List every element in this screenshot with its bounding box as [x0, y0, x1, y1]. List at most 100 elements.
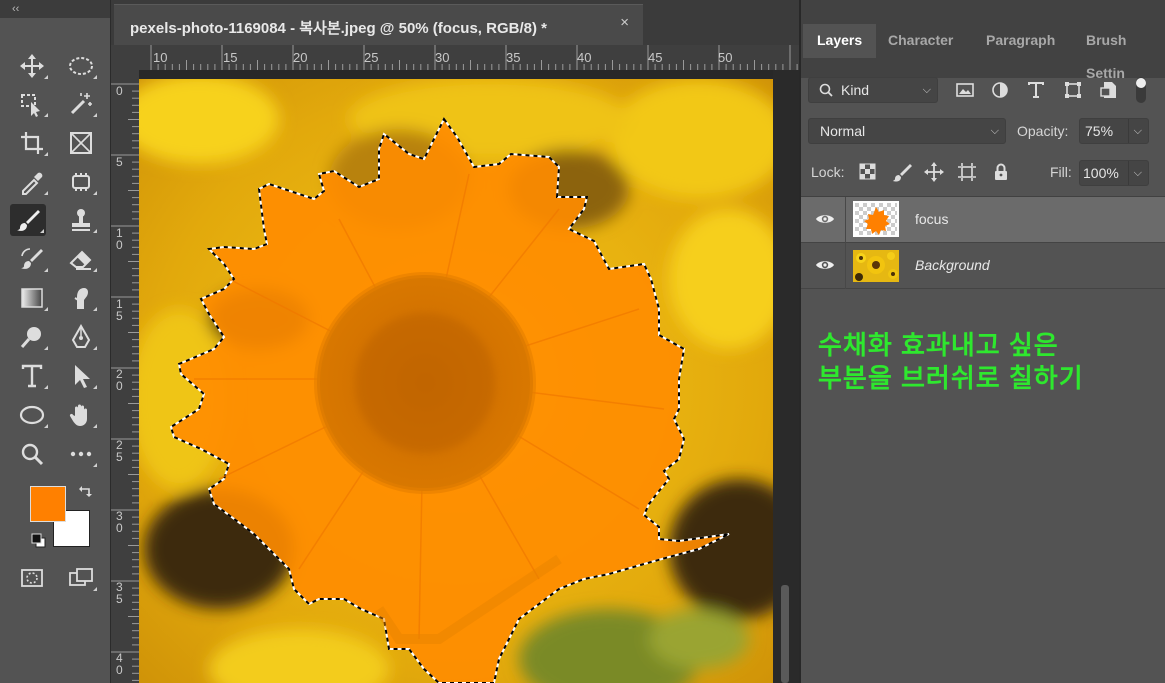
eyedropper-tool[interactable]: [14, 166, 50, 198]
frame-icon: [70, 132, 92, 154]
scrollbar-thumb[interactable]: [781, 585, 789, 683]
smudge-icon: [74, 288, 88, 309]
default-colors-icon[interactable]: [31, 533, 47, 549]
ruler-label: 10: [116, 226, 123, 252]
magic-wand-tool[interactable]: [63, 88, 99, 120]
move-tool[interactable]: [14, 50, 50, 82]
screen-mode-button[interactable]: [63, 562, 99, 594]
hand-tool[interactable]: [63, 399, 99, 431]
tab-character[interactable]: Character: [888, 24, 953, 57]
swap-colors-icon[interactable]: [78, 484, 94, 500]
history-brush-tool[interactable]: [14, 243, 50, 275]
lock-label: Lock:: [811, 164, 845, 180]
layer-row-focus[interactable]: focus: [801, 197, 1165, 243]
chevron-down-icon: ⌵: [1133, 167, 1142, 179]
ellipse-marquee-icon: [69, 57, 93, 75]
chevron-down-icon: ⌵: [1133, 125, 1142, 137]
zoom-tool[interactable]: [14, 438, 50, 470]
gradient-icon: [21, 288, 43, 308]
ruler-label: 0: [116, 84, 123, 98]
crop-icon: [21, 132, 43, 154]
ruler-label: 35: [506, 50, 521, 65]
filter-pixel-icon[interactable]: [954, 79, 976, 101]
blend-mode-dropdown[interactable]: Normal ⌵: [808, 118, 1006, 144]
vertical-ruler[interactable]: 0 5 10 15 20 25 30 35 40: [111, 70, 140, 683]
blend-mode-value: Normal: [820, 123, 866, 139]
panel-tab-bar: Layers Character Paragraph Brush Settin: [801, 0, 1165, 81]
dodge-icon: [20, 327, 41, 348]
canvas-area[interactable]: [139, 70, 799, 683]
smudge-tool[interactable]: [63, 282, 99, 314]
annotation-line-1: 수채화 효과내고 싶은: [818, 330, 1059, 360]
opacity-field[interactable]: 75% ⌵: [1079, 118, 1149, 144]
ruler-label: 25: [364, 50, 379, 65]
stamp-tool[interactable]: [63, 204, 99, 236]
pen-tool[interactable]: [63, 321, 99, 353]
ruler-label: 15: [223, 50, 238, 65]
chevron-down-icon: ⌵: [990, 125, 999, 137]
filter-adjustment-icon[interactable]: [989, 79, 1011, 101]
ruler-label: 40: [577, 50, 592, 65]
quick-mask-button[interactable]: [14, 562, 50, 594]
ellipse-shape-icon: [19, 405, 45, 425]
tab-layers[interactable]: Layers: [803, 24, 877, 58]
horizontal-ruler-ticks: [150, 45, 798, 70]
crop-tool[interactable]: [14, 127, 50, 159]
orange-flower-thumbnail: [864, 207, 890, 235]
magic-wand-icon: [70, 93, 92, 115]
lock-all-icon[interactable]: [991, 162, 1011, 182]
path-select-tool[interactable]: [63, 360, 99, 392]
stamp-icon: [72, 209, 90, 231]
gradient-tool[interactable]: [14, 282, 50, 314]
horizontal-ruler[interactable]: 10 15 20 25 30 35 40 45 50: [139, 45, 799, 71]
eraser-icon: [69, 250, 92, 270]
vertical-scrollbar[interactable]: [773, 70, 799, 683]
annotation-text: 수채화 효과내고 싶은 부분을 브러쉬로 칠하기: [818, 329, 1084, 395]
ruler-label: 10: [153, 50, 168, 65]
sunflower-image[interactable]: [139, 79, 775, 683]
lock-pixels-icon[interactable]: [892, 162, 912, 182]
lock-transparent-icon[interactable]: [858, 162, 878, 182]
ruler-origin[interactable]: [111, 45, 139, 70]
hand-icon: [69, 404, 87, 426]
ruler-label: 35: [116, 580, 123, 606]
patch-tool[interactable]: [63, 166, 99, 198]
ruler-label: 40: [116, 651, 123, 677]
history-brush-icon: [21, 248, 43, 269]
document-tab[interactable]: pexels-photo-1169084 - 복사본.jpeg @ 50% (f…: [114, 4, 643, 45]
filter-smart-object-icon[interactable]: [1098, 79, 1120, 101]
visibility-eye-icon[interactable]: [815, 211, 835, 227]
document-tab-title: pexels-photo-1169084 - 복사본.jpeg @ 50% (f…: [130, 20, 547, 37]
more-tools[interactable]: [63, 438, 99, 470]
object-select-tool[interactable]: [14, 88, 50, 120]
filter-type-icon[interactable]: [1025, 79, 1047, 101]
fill-field[interactable]: 100% ⌵: [1079, 160, 1149, 186]
layer-filter-dropdown[interactable]: Kind ⌵: [808, 77, 938, 103]
chevron-down-icon: ⌵: [922, 84, 931, 96]
close-tab-button[interactable]: ×: [620, 14, 629, 31]
tab-paragraph[interactable]: Paragraph: [986, 24, 1055, 57]
ruler-label: 5: [116, 155, 123, 169]
arrow-icon: [75, 365, 90, 388]
type-tool[interactable]: [14, 360, 50, 392]
eraser-tool[interactable]: [63, 243, 99, 275]
brush-tool[interactable]: [10, 204, 46, 236]
tab-brush-settings[interactable]: Brush Settin: [1086, 24, 1165, 81]
frame-tool[interactable]: [63, 127, 99, 159]
lock-artboard-icon[interactable]: [957, 162, 977, 182]
filter-shape-icon[interactable]: [1062, 79, 1084, 101]
collapse-panel-button[interactable]: ‹‹: [0, 0, 110, 18]
layer-name-background: Background: [915, 257, 990, 273]
layer-row-background[interactable]: Background: [801, 243, 1165, 289]
foreground-color-swatch[interactable]: [30, 486, 66, 522]
visibility-eye-icon[interactable]: [815, 257, 835, 273]
ruler-label: 30: [435, 50, 450, 65]
pen-icon: [71, 324, 91, 348]
filter-toggle-switch[interactable]: [1134, 76, 1148, 104]
marquee-tool[interactable]: [63, 50, 99, 82]
lock-position-icon[interactable]: [924, 162, 944, 182]
sunflowers-thumbnail: [853, 250, 899, 282]
shape-tool[interactable]: [14, 399, 50, 431]
ruler-label: 15: [116, 297, 123, 323]
dodge-tool[interactable]: [14, 321, 50, 353]
